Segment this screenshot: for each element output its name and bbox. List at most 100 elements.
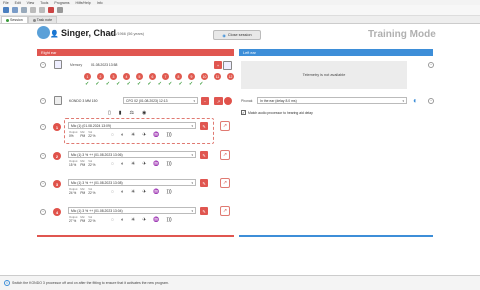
open-program-button[interactable]: ↗ [220, 150, 230, 160]
tab-session[interactable]: Session [1, 16, 28, 23]
direction-icon[interactable]: ✈ [142, 217, 146, 223]
menu-item-hilfe-help[interactable]: Hilfe/Help [76, 1, 91, 5]
delay-dropdown[interactable]: In the ear (delay 8.0 ms) ▾ [257, 97, 407, 104]
settings-icon[interactable] [57, 7, 63, 13]
configuration-dropdown[interactable]: CFG 02 (01.08.2023) 12:13 ▾ [123, 97, 198, 104]
memory-slot[interactable]: 12 [227, 73, 234, 80]
transfer-control[interactable]: ↗ [214, 97, 232, 105]
memory-slot[interactable]: 10 [201, 73, 208, 80]
memory-slot[interactable]: 3 [110, 73, 117, 80]
output-value: 27 % [69, 219, 77, 223]
ear-shape-icon[interactable]: ◌ [111, 189, 114, 195]
collapse-memory-button[interactable]: − [40, 62, 46, 68]
menu-item-edit[interactable]: Edit [15, 1, 21, 5]
close-session-label: Close session [227, 33, 252, 37]
collapse-program-button[interactable]: − [40, 153, 46, 159]
edit-program-button[interactable]: ✎ [200, 122, 208, 130]
wind-icon[interactable]: ♒ [153, 189, 159, 195]
ear-shape-icon[interactable]: ◌ [111, 217, 114, 223]
collapse-program-button[interactable]: − [40, 124, 46, 130]
wind-icon[interactable]: ♒ [153, 132, 159, 138]
memory-slot[interactable]: 2 [97, 73, 104, 80]
edit-program-button[interactable]: ✎ [200, 151, 208, 159]
view-icon[interactable]: ◉ [142, 110, 146, 116]
wind-icon[interactable]: ♒ [153, 161, 159, 167]
output-value: 15 % [69, 163, 77, 167]
program-dropdown[interactable]: Mic (1) 3 % ++ (01.08.2023 13:08) ▾ [68, 179, 196, 186]
program-dropdown[interactable]: Mic (1) (01.08.2024 13:09) ▾ [68, 122, 196, 129]
open-program-button[interactable]: ↗ [220, 178, 230, 188]
open-icon[interactable] [12, 7, 18, 13]
memory-slot[interactable]: 11 [214, 73, 221, 80]
menu-item-file[interactable]: File [3, 1, 9, 5]
memory-settings-icon[interactable] [223, 61, 232, 70]
volume-value: 22 % [88, 219, 96, 223]
redo-icon[interactable] [39, 7, 45, 13]
direction-icon[interactable]: ✈ [142, 132, 146, 138]
volume-field: Vol 22 % [88, 131, 96, 139]
noise-icon[interactable]: ✳ [131, 217, 135, 223]
match-delay-checkbox[interactable]: ✓ [241, 110, 246, 115]
edit-program-button[interactable]: ✎ [200, 179, 208, 187]
document-icon[interactable]: ▯ [108, 110, 111, 116]
tab-task-note[interactable]: Task note [27, 16, 58, 23]
balance-icon[interactable]: ⚖ [130, 110, 134, 116]
microphone-icon[interactable]: ◐ [121, 217, 124, 223]
direction-icon[interactable]: ✈ [142, 189, 146, 195]
memory-slot[interactable]: 7 [162, 73, 169, 80]
ear-shape-icon[interactable]: ◌ [111, 132, 114, 138]
mic-field: Mic PM [80, 160, 85, 168]
delete-config-button[interactable]: − [201, 97, 209, 105]
volume-value: 22 % [88, 134, 96, 138]
menu-item-programs[interactable]: Programs [54, 1, 69, 5]
noise-icon[interactable]: ✳ [131, 161, 135, 167]
wind-icon[interactable]: ♒ [153, 217, 159, 223]
tab-strip: Session Task note [0, 16, 480, 24]
save-icon[interactable] [21, 7, 27, 13]
close-session-button[interactable]: ◉ Close session [213, 30, 261, 40]
edit-program-button[interactable]: ✎ [200, 207, 208, 215]
memory-icon [54, 60, 62, 69]
memory-slot[interactable]: 9 [188, 73, 195, 80]
signal-icon[interactable]: ))) [167, 132, 172, 138]
memory-slot[interactable]: 5 [136, 73, 143, 80]
chevron-down-icon: ▾ [402, 98, 404, 103]
open-program-button[interactable]: ↗ [220, 121, 230, 131]
program-row: −1 Mic (1) (01.08.2024 13:09) ▾ ✎ ↗ Output 0% M… [36, 118, 235, 145]
remote-icon[interactable]: ▮ [119, 110, 122, 116]
menu-item-tools[interactable]: Tools [40, 1, 48, 5]
collapse-device-button[interactable]: − [40, 98, 46, 104]
mic-value: PM [80, 191, 86, 195]
program-value: Mic (1) 3 % ++ (01.08.2023 13:04) [71, 208, 123, 213]
left-collapse-button[interactable]: − [428, 62, 434, 68]
open-program-button[interactable]: ↗ [220, 206, 230, 216]
ear-shape-icon[interactable]: ◌ [111, 161, 114, 167]
volume-value: 22 % [88, 191, 96, 195]
signal-icon[interactable]: ))) [167, 217, 172, 223]
collapse-program-button[interactable]: − [40, 181, 46, 187]
direction-icon[interactable]: ✈ [142, 161, 146, 167]
menu-item-info[interactable]: Info [97, 1, 103, 5]
left-device-collapse-button[interactable]: − [428, 98, 434, 104]
microphone-icon[interactable]: ◐ [121, 132, 124, 138]
add-memory-button[interactable]: + [214, 61, 222, 69]
status-message: Switch the KONDO 3 processor off and on … [12, 281, 169, 285]
memory-slot[interactable]: 1 [84, 73, 91, 80]
record-icon[interactable] [48, 7, 54, 13]
signal-icon[interactable]: ))) [167, 189, 172, 195]
microphone-icon[interactable]: ◐ [121, 189, 124, 195]
noise-icon[interactable]: ✳ [131, 132, 135, 138]
program-dropdown[interactable]: Mic (1) 3 % ++ (01.08.2023 13:04) ▾ [68, 207, 196, 214]
noise-icon[interactable]: ✳ [131, 189, 135, 195]
signal-icon[interactable]: ))) [167, 161, 172, 167]
collapse-program-button[interactable]: − [40, 209, 46, 215]
program-dropdown[interactable]: Mic (1) 3 % ++ (01.08.2023 13:06) ▾ [68, 151, 196, 158]
checkmark-icon: ✓ [126, 81, 131, 87]
memory-slot[interactable]: 8 [175, 73, 182, 80]
memory-slot[interactable]: 4 [123, 73, 130, 80]
memory-slot[interactable]: 6 [149, 73, 156, 80]
new-icon[interactable] [3, 7, 9, 13]
microphone-icon[interactable]: ◐ [121, 161, 124, 167]
menu-item-view[interactable]: View [27, 1, 35, 5]
undo-icon[interactable] [30, 7, 36, 13]
